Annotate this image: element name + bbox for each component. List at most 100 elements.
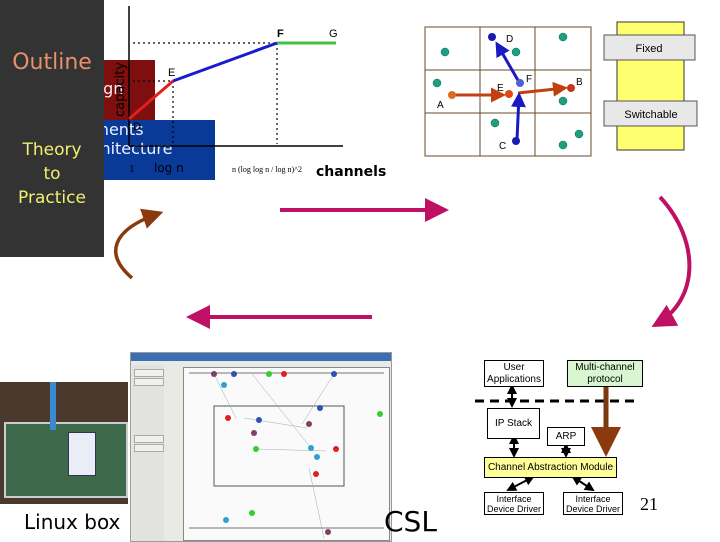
- segment-e-f: [172, 41, 278, 83]
- testbed-node: [249, 510, 255, 516]
- arrow-cam-driver1: [506, 476, 535, 491]
- node-a-label: A: [437, 100, 444, 111]
- testbed-node: [253, 446, 259, 452]
- node-b-label: B: [576, 77, 583, 88]
- testbed-app-screenshot: [130, 352, 392, 542]
- app-button: [134, 378, 164, 386]
- node: [490, 118, 500, 128]
- link: [213, 373, 237, 419]
- box-line: User: [503, 361, 525, 373]
- ip-stack-box: IP Stack: [487, 408, 540, 439]
- app-button: [134, 435, 164, 443]
- point-d-label: D: [133, 121, 141, 133]
- node-f-label: F: [526, 74, 532, 85]
- node-b: [567, 84, 575, 92]
- testbed-node: [281, 371, 287, 377]
- link: [243, 417, 308, 429]
- testbed-node: [313, 471, 319, 477]
- network-cable: [50, 382, 56, 430]
- interface-panel: Fixed Switchable: [603, 21, 698, 151]
- multi-channel-protocol-box: Multi-channel protocol: [567, 360, 643, 387]
- node: [558, 96, 568, 106]
- box-line: Device Driver: [486, 503, 541, 514]
- testbed-node: [317, 405, 323, 411]
- testbed-node: [211, 371, 217, 377]
- box-line: Device Driver: [565, 503, 620, 514]
- testbed-node: [231, 371, 237, 377]
- point-g-label: G: [329, 28, 338, 40]
- grid-diagram: A B C D E F: [424, 26, 592, 157]
- node-d-label: D: [506, 34, 513, 45]
- node-e-label: E: [497, 83, 504, 94]
- app-button: [134, 369, 164, 377]
- linux-box-label: Linux box: [24, 510, 121, 534]
- node-e: [505, 90, 513, 98]
- testbed-node: [325, 529, 331, 535]
- node: [558, 140, 568, 150]
- node: [511, 47, 521, 57]
- node-d: [488, 33, 496, 41]
- node-c: [512, 137, 520, 145]
- floor-plan-map: [183, 367, 390, 541]
- page-number: 21: [640, 494, 658, 514]
- node: [432, 78, 442, 88]
- x-tick-logn: log n: [154, 161, 184, 175]
- arrow-netx-to-capacity: [114, 208, 164, 280]
- link: [255, 448, 327, 452]
- box-line: Multi-channel: [575, 361, 635, 373]
- x-tick-1: 1: [129, 163, 135, 175]
- app-sidebar: [132, 365, 164, 541]
- testbed-node: [377, 411, 383, 417]
- testbed-node: [314, 454, 320, 460]
- floor-room: [213, 405, 345, 487]
- box-line: Channel Abstraction Module: [487, 461, 614, 473]
- arrow-insights-to-os: [651, 195, 692, 327]
- node: [440, 47, 450, 57]
- node: [558, 32, 568, 42]
- switchable-label: Switchable: [624, 109, 677, 121]
- circuit-board: [4, 422, 128, 498]
- pcmcia-card: [68, 432, 96, 476]
- point-f-label: F: [277, 28, 284, 40]
- box-line: protocol: [587, 373, 623, 385]
- box-line: IP Stack: [494, 417, 533, 429]
- box-line: Interface: [496, 493, 532, 504]
- testbed-node: [256, 417, 262, 423]
- csl-label: CSL: [384, 505, 437, 538]
- y-axis-label: capacity: [113, 62, 128, 117]
- testbed-node: [221, 382, 227, 388]
- fixed-label: Fixed: [636, 43, 663, 55]
- node-c-label: C: [499, 141, 506, 152]
- linux-box-photo: [0, 382, 128, 504]
- route-f-b: [517, 81, 568, 97]
- node-f: [516, 79, 524, 87]
- app-titlebar: [131, 353, 391, 361]
- box-line: Interface: [575, 493, 611, 504]
- box-line: Applications: [487, 373, 541, 385]
- x-axis-label: channels: [316, 164, 386, 180]
- route-c-f: [510, 92, 526, 141]
- interface-driver-box: Interface Device Driver: [563, 492, 623, 515]
- testbed-node: [225, 415, 231, 421]
- node: [574, 129, 584, 139]
- user-applications-box: User Applications: [484, 360, 544, 387]
- testbed-node: [266, 371, 272, 377]
- x-tick-bound: n (log log n / log n)^2: [232, 165, 302, 174]
- app-button: [134, 444, 164, 452]
- testbed-node: [223, 517, 229, 523]
- arrow-cam-driver2: [571, 475, 595, 492]
- box-line: ARP: [555, 430, 577, 442]
- channel-abstraction-module-box: Channel Abstraction Module: [484, 457, 617, 478]
- link: [301, 373, 335, 425]
- link: [251, 373, 312, 449]
- point-e-label: E: [168, 67, 175, 79]
- segment-d-e: [128, 79, 174, 121]
- testbed-node: [251, 430, 257, 436]
- floor-plan-nodes: [189, 371, 384, 539]
- testbed-node: [333, 446, 339, 452]
- capacity-graph: D E F G capacity 1 log n n (log log n / …: [113, 6, 386, 180]
- arp-box: ARP: [547, 427, 585, 446]
- node-a: [448, 91, 456, 99]
- testbed-node: [331, 371, 337, 377]
- testbed-node: [306, 421, 312, 427]
